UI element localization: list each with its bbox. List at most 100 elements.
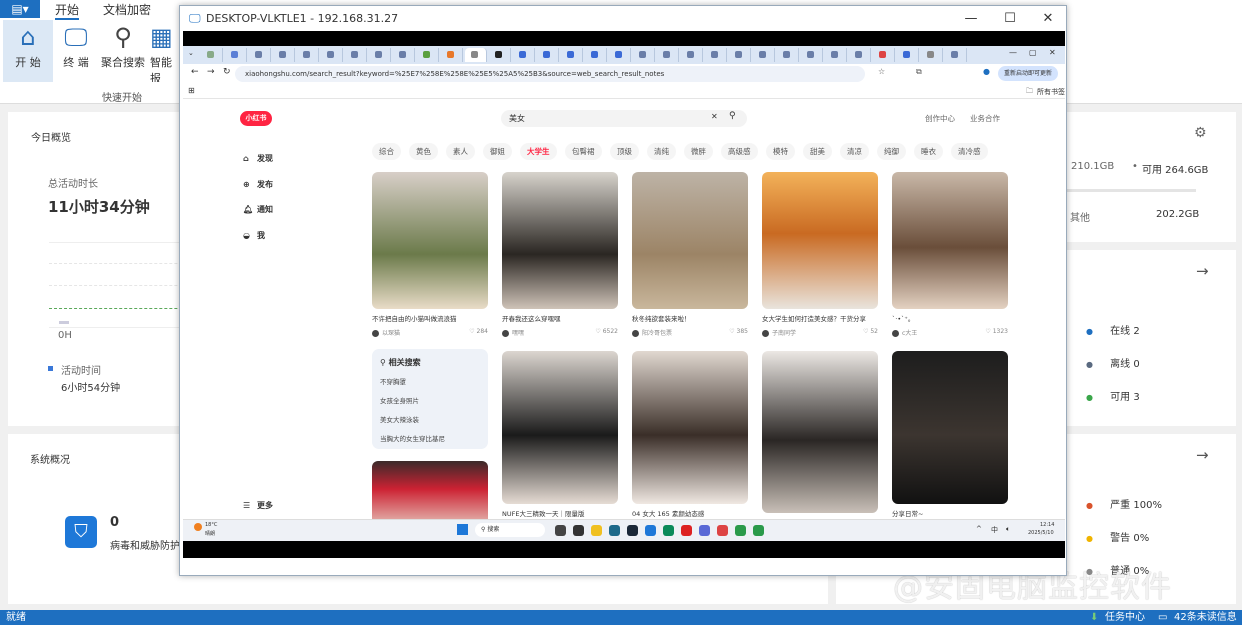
taskbar-search[interactable]: ⚲ 搜索 — [475, 523, 545, 537]
post-title[interactable]: `·•`⁺。 — [892, 315, 1008, 324]
chevron-up-icon[interactable]: ^ — [976, 525, 982, 533]
close-button[interactable]: ✕ — [1049, 48, 1056, 57]
related-item[interactable]: 当胸大的女生穿比基尼 — [380, 433, 480, 443]
category-chip[interactable]: 模特 — [766, 143, 795, 160]
nav-more[interactable]: ☰ 更多 — [243, 500, 273, 511]
browser-tab[interactable] — [345, 48, 367, 62]
browser-tab[interactable] — [417, 48, 439, 62]
unread-messages-link[interactable]: 42条未读信息 — [1174, 610, 1237, 625]
creator-center-link[interactable]: 创作中心 — [925, 113, 955, 124]
heart-icon[interactable]: ♡ — [729, 328, 736, 335]
clear-icon[interactable]: ✕ — [711, 112, 718, 121]
maximize-button[interactable]: ☐ — [992, 6, 1028, 31]
post-card[interactable] — [372, 461, 488, 519]
related-item[interactable]: 女孩全身照片 — [380, 395, 480, 405]
post-title[interactable]: NUFE大三精致一天｜限量版 — [502, 510, 618, 519]
browser-tab[interactable] — [897, 48, 919, 62]
category-chip[interactable]: 甜美 — [803, 143, 832, 160]
browser-tab[interactable] — [561, 48, 583, 62]
taskbar-app-icon[interactable] — [699, 525, 710, 536]
forward-icon[interactable]: → — [207, 67, 215, 77]
extensions-icon[interactable]: ⧉ — [916, 67, 922, 77]
post-card[interactable]: 分享日常~ — [892, 351, 1008, 519]
browser-tab[interactable] — [753, 48, 775, 62]
browser-tab[interactable] — [273, 48, 295, 62]
document-menu-icon[interactable]: ▤▾ — [0, 0, 40, 18]
category-chip[interactable]: 黄色 — [409, 143, 438, 160]
post-author[interactable]: 子南同学 — [772, 330, 796, 337]
taskbar-app-icon[interactable] — [573, 525, 584, 536]
browser-tab[interactable] — [369, 48, 391, 62]
post-image[interactable] — [762, 172, 878, 309]
post-title[interactable]: 04 女大 165 素颜幼态感 — [632, 510, 748, 519]
search-icon[interactable]: ⚲ — [729, 111, 736, 121]
heart-icon[interactable]: ♡ — [985, 328, 992, 335]
browser-tab[interactable] — [705, 48, 727, 62]
browser-tab[interactable] — [297, 48, 319, 62]
post-card[interactable]: 开春我还这么穿嘿嘿 嘿嘿 ♡ 6522 — [502, 172, 618, 337]
post-image[interactable] — [632, 172, 748, 309]
browser-tab[interactable] — [633, 48, 655, 62]
category-chip[interactable]: 素人 — [446, 143, 475, 160]
post-image[interactable] — [502, 172, 618, 309]
category-chip[interactable]: 顶级 — [610, 143, 639, 160]
post-card[interactable]: 不许把自由的小猫叫做流浪猫 以琛猫 ♡ 284 — [372, 172, 488, 337]
post-author[interactable]: 以琛猫 — [382, 330, 400, 337]
browser-tab[interactable] — [921, 48, 943, 62]
post-title[interactable]: 开春我还这么穿嘿嘿 — [502, 315, 618, 324]
taskbar-app-icon[interactable] — [609, 525, 620, 536]
related-item[interactable]: 美女大辣泳装 — [380, 414, 480, 424]
category-chip[interactable]: 清冷感 — [951, 143, 988, 160]
post-image[interactable] — [372, 172, 488, 309]
reload-icon[interactable]: ↻ — [223, 67, 231, 77]
post-card[interactable]: 秋冬纯欲套装来啦！ 阳冷哥包票 ♡ 385 — [632, 172, 748, 337]
category-chip[interactable]: 御姐 — [483, 143, 512, 160]
browser-tab[interactable] — [465, 48, 487, 62]
browser-tab[interactable] — [825, 48, 847, 62]
minimize-button[interactable]: — — [953, 6, 989, 31]
taskbar-app-icon[interactable] — [555, 525, 566, 536]
ribbon-tab-encrypt[interactable]: 文档加密 — [103, 1, 151, 18]
taskbar-app-icon[interactable] — [627, 525, 638, 536]
category-chip[interactable]: 清凉 — [840, 143, 869, 160]
browser-tab[interactable] — [249, 48, 271, 62]
category-chip[interactable]: 纯御 — [877, 143, 906, 160]
category-chip[interactable]: 清纯 — [647, 143, 676, 160]
xiaohongshu-logo[interactable]: 小红书 — [240, 111, 272, 126]
heart-icon[interactable]: ♡ — [595, 328, 602, 335]
browser-tab[interactable] — [441, 48, 463, 62]
category-chip[interactable]: 包臀裙 — [565, 143, 602, 160]
nav-publish[interactable]: ⊕ 发布 — [243, 179, 273, 190]
browser-tab[interactable] — [489, 48, 511, 62]
windows-start-icon[interactable] — [457, 524, 468, 535]
profile-icon[interactable]: ● — [983, 67, 990, 76]
browser-tab[interactable] — [849, 48, 871, 62]
ime-indicator[interactable]: 中 — [991, 525, 998, 535]
close-button[interactable]: ✕ — [1030, 6, 1066, 31]
gear-icon[interactable]: ⚙ — [1194, 125, 1207, 141]
post-card[interactable]: NUFE大三精致一天｜限量版 — [502, 351, 618, 519]
tab-list-icon[interactable]: ⌄ — [188, 49, 194, 57]
category-chip[interactable]: 微胖 — [684, 143, 713, 160]
nav-me[interactable]: ◒ 我 — [243, 230, 265, 241]
category-chip[interactable]: 大学生 — [520, 143, 557, 160]
start-button[interactable]: ⌂ 开 始 — [3, 20, 53, 82]
taskbar-app-icon[interactable] — [663, 525, 674, 536]
post-image[interactable] — [502, 351, 618, 504]
post-title[interactable]: 不许把自由的小猫叫做流浪猫 — [372, 315, 488, 324]
browser-tab[interactable] — [657, 48, 679, 62]
browser-tab[interactable] — [201, 48, 223, 62]
business-link[interactable]: 业务合作 — [970, 113, 1000, 124]
taskbar-app-icon[interactable] — [591, 525, 602, 536]
taskbar-app-icon[interactable] — [717, 525, 728, 536]
heart-icon[interactable]: ♡ — [469, 328, 476, 335]
ribbon-tab-start[interactable]: 开始 — [55, 1, 80, 20]
arrow-right-icon[interactable]: → — [1196, 446, 1209, 464]
browser-tab[interactable] — [801, 48, 823, 62]
post-title[interactable]: 分享日常~ — [892, 510, 1008, 519]
browser-tab[interactable] — [945, 48, 967, 62]
post-image[interactable] — [762, 351, 878, 513]
post-title[interactable]: 秋冬纯欲套装来啦！ — [632, 315, 748, 324]
post-author[interactable]: 嘿嘿 — [512, 330, 524, 337]
nav-discover[interactable]: ⌂ 发现 — [243, 153, 273, 164]
